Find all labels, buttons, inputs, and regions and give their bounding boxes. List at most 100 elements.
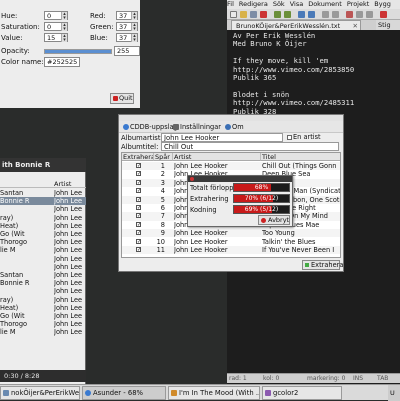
menu-item[interactable]: Bygg: [374, 0, 391, 8]
column-track[interactable]: Spår: [154, 153, 173, 161]
editor-side-panel-tab[interactable]: Stig: [376, 20, 400, 30]
spin-arrows-icon[interactable]: ▴ ▾: [61, 23, 67, 32]
save-icon[interactable]: [250, 11, 257, 18]
playlist-row[interactable]: Go (Wit John Lee: [0, 312, 86, 320]
hue-spin[interactable]: 0 ▴ ▾: [44, 11, 68, 21]
playlist-row[interactable]: Santan John Lee: [0, 189, 86, 197]
track-title[interactable]: Too Young: [262, 229, 340, 237]
menu-item[interactable]: Projekt: [347, 0, 369, 8]
track-artist[interactable]: John Lee Hooker: [174, 229, 258, 237]
saturation-spin[interactable]: 0 ▴ ▾: [44, 22, 68, 32]
about-button[interactable]: Om: [225, 121, 244, 133]
editor-file-tab[interactable]: BrunoKÖijer&PerErikWesslén.txt ✕: [231, 20, 361, 30]
track-row[interactable]: ✓ 1 John Lee Hooker Chill Out (Things Gonn: [122, 162, 340, 171]
playlist-row[interactable]: Bonnie R John Lee: [0, 279, 86, 287]
playlist-row[interactable]: John Lee: [0, 255, 86, 263]
extract-checkbox[interactable]: ✓: [136, 230, 141, 236]
menu-item[interactable]: Visa: [290, 0, 303, 8]
playlist-row[interactable]: ray) John Lee: [0, 214, 86, 222]
color-name-field[interactable]: #252525: [44, 57, 80, 67]
preferences-button[interactable]: Inställningar: [173, 121, 221, 133]
cancel-button[interactable]: Avbryt: [258, 215, 290, 225]
spin-arrows-icon[interactable]: ▴ ▾: [131, 23, 137, 32]
extract-checkbox[interactable]: ✓: [136, 221, 141, 227]
playlist-row[interactable]: John Lee: [0, 205, 86, 213]
playlist-row[interactable]: Go (Wit John Lee: [0, 230, 86, 238]
blue-spin[interactable]: 37 ▴ ▾: [116, 33, 138, 43]
compile-icon[interactable]: [322, 11, 329, 18]
zoom-in-icon[interactable]: [356, 11, 363, 18]
run-icon[interactable]: [332, 11, 339, 18]
column-artist[interactable]: Artist: [54, 180, 71, 188]
track-title[interactable]: Chill Out (Things Gonn: [262, 162, 340, 170]
extract-checkbox[interactable]: ✓: [136, 205, 141, 211]
undo-icon[interactable]: [274, 11, 281, 18]
close-file-icon[interactable]: [260, 11, 267, 18]
playlist-row[interactable]: John Lee: [0, 287, 86, 295]
cddb-lookup-button[interactable]: CDDB-uppslag: [123, 121, 178, 133]
taskbar-item-editor[interactable]: nokÖijer&PerErikWe...: [0, 386, 80, 400]
track-row[interactable]: ✓ 9 John Lee Hooker Too Young: [122, 229, 340, 238]
playlist-row[interactable]: Thorogo John Lee: [0, 320, 86, 328]
track-title[interactable]: If You've Never Been I: [262, 246, 340, 254]
zoom-out-icon[interactable]: [366, 11, 373, 18]
extract-checkbox[interactable]: ✓: [136, 171, 141, 177]
redo-icon[interactable]: [284, 11, 291, 18]
extract-checkbox[interactable]: ✓: [136, 188, 141, 194]
playlist-row[interactable]: ray) John Lee: [0, 296, 86, 304]
red-spin[interactable]: 37 ▴ ▾: [116, 11, 138, 21]
track-artist[interactable]: John Lee Hooker: [174, 238, 258, 246]
playlist-row[interactable]: Thorogo John Lee: [0, 238, 86, 246]
track-row[interactable]: ✓ 11 John Lee Hooker If You've Never Been I: [122, 246, 340, 255]
playlist-row[interactable]: lie M John Lee: [0, 246, 86, 254]
extract-button[interactable]: Extrahera: [302, 260, 343, 270]
playlist-row[interactable]: Heat) John Lee: [0, 304, 86, 312]
playlist-row[interactable]: John Lee: [0, 263, 86, 271]
column-extract[interactable]: Extrahera: [122, 153, 154, 161]
spin-arrows-icon[interactable]: ▴ ▾: [61, 34, 67, 43]
playlist-row[interactable]: lie M John Lee: [0, 328, 86, 336]
opacity-slider[interactable]: [44, 49, 112, 54]
album-artist-field[interactable]: John Lee Hooker: [161, 133, 283, 142]
extract-checkbox[interactable]: ✓: [136, 247, 141, 253]
track-row[interactable]: ✓ 10 John Lee Hooker Talkin' the Blues: [122, 238, 340, 246]
extract-checkbox[interactable]: ✓: [136, 196, 141, 202]
extract-checkbox[interactable]: ✓: [136, 163, 141, 169]
playlist-row[interactable]: Bonnie R John Lee: [0, 197, 86, 206]
green-spin[interactable]: 37 ▴ ▾: [116, 22, 138, 32]
system-tray[interactable]: U: [388, 385, 400, 401]
close-tab-icon[interactable]: ✕: [353, 21, 358, 30]
new-file-icon[interactable]: [230, 11, 237, 18]
close-window-icon[interactable]: [190, 177, 194, 181]
playback-time-bar[interactable]: 0:30 / 8:28: [0, 370, 86, 382]
quit-button[interactable]: Quit: [110, 93, 134, 104]
forward-icon[interactable]: [308, 11, 315, 18]
extract-checkbox[interactable]: ✓: [136, 179, 141, 185]
single-artist-checkbox[interactable]: En artist: [287, 133, 321, 141]
track-artist[interactable]: John Lee Hooker: [174, 246, 258, 254]
menu-item[interactable]: Dokument: [308, 0, 342, 8]
color-chooser-icon[interactable]: [346, 11, 353, 18]
playlist-row[interactable]: Heat) John Lee: [0, 222, 86, 230]
playlist-row[interactable]: Santan John Lee: [0, 271, 86, 279]
taskbar-item-asunder[interactable]: Asunder - 68%: [82, 386, 166, 400]
taskbar-item-gcolor2[interactable]: gcolor2: [262, 386, 342, 400]
value-spin[interactable]: 15 ▴ ▾: [44, 33, 68, 43]
spin-arrows-icon[interactable]: ▴ ▾: [131, 34, 137, 43]
menu-item[interactable]: Redigera: [239, 0, 268, 8]
taskbar-item-player[interactable]: I'm In The Mood (With ...: [168, 386, 260, 400]
editor-text-area[interactable]: Av Per Erik Wesslén Med Bruno K Öijer If t…: [233, 31, 398, 116]
back-icon[interactable]: [298, 11, 305, 18]
opacity-value-field[interactable]: 255: [114, 46, 140, 56]
track-artist[interactable]: John Lee Hooker: [174, 162, 258, 170]
menu-item[interactable]: Sök: [273, 0, 285, 8]
open-folder-icon[interactable]: [240, 11, 247, 18]
track-title[interactable]: Talkin' the Blues: [262, 238, 340, 246]
column-title[interactable]: Titel: [261, 153, 340, 161]
quit-icon[interactable]: [380, 11, 387, 18]
album-title-field[interactable]: Chill Out: [161, 142, 339, 151]
column-artist[interactable]: Artist: [173, 153, 261, 161]
spin-arrows-icon[interactable]: ▴ ▾: [61, 12, 67, 21]
extract-checkbox[interactable]: ✓: [136, 238, 141, 244]
spin-arrows-icon[interactable]: ▴ ▾: [131, 12, 137, 21]
